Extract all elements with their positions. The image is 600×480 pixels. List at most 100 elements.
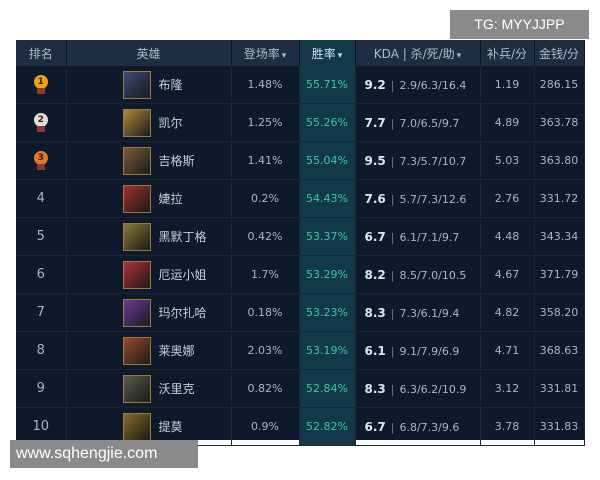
champion-stats-table: 排名 英雄 登场率 ▾ 胜率 ▾ KDA | 杀/死/助 ▾ 补兵/分 金钱/分 1 布… <box>16 40 585 446</box>
cs-cell: 3.78 <box>480 407 535 446</box>
win-rate-cell: 53.19% <box>299 331 356 370</box>
kda-detail: 6.8/7.3/9.6 <box>399 420 460 434</box>
win-rate-cell: 52.84% <box>299 369 356 408</box>
cs-cell: 4.48 <box>480 217 535 256</box>
kda-cell: 7.6 | 5.7/7.3/12.6 <box>355 179 481 218</box>
champion-cell[interactable]: 沃里克 <box>66 369 232 408</box>
header-rank: 排名 <box>16 40 67 66</box>
table-row[interactable]: 9 沃里克 0.82% 52.84% 8.3 | 6.3/6.2/10.9 3.12 331.8… <box>16 369 585 408</box>
kda-separator: | <box>390 306 395 320</box>
champion-cell[interactable]: 厄运小姐 <box>66 255 232 294</box>
site-watermark: www.sqhengjie.com <box>10 440 198 468</box>
cs-cell: 1.19 <box>480 66 535 104</box>
gold-cell: 368.63 <box>534 331 585 370</box>
rank-cell: 4 <box>16 179 67 218</box>
rank-cell: 6 <box>16 255 67 294</box>
champion-name: 吉格斯 <box>158 154 195 168</box>
kda-separator: | <box>390 230 395 244</box>
rank-cell: 8 <box>16 331 67 370</box>
kda-value: 8.3 <box>364 381 386 396</box>
champion-cell[interactable]: 布隆 <box>66 66 232 104</box>
win-rate-cell: 55.26% <box>299 103 356 142</box>
kda-value: 8.2 <box>364 267 386 282</box>
kda-value: 6.1 <box>364 343 386 358</box>
kda-separator: | <box>390 268 395 282</box>
table-row[interactable]: 8 莱奥娜 2.03% 53.19% 6.1 | 9.1/7.9/6.9 4.71 368.63 <box>16 331 585 370</box>
kda-detail: 7.0/6.5/9.7 <box>399 116 460 130</box>
cs-cell: 2.76 <box>480 179 535 218</box>
champion-name: 布隆 <box>158 78 183 92</box>
pick-rate-cell: 0.42% <box>231 217 300 256</box>
table-row[interactable]: 5 黑默丁格 0.42% 53.37% 6.7 | 6.1/7.1/9.7 4.48 343.3… <box>16 217 585 256</box>
win-rate-cell: 53.23% <box>299 293 356 332</box>
cs-cell: 5.03 <box>480 141 535 180</box>
champion-name: 玛尔扎哈 <box>158 306 207 320</box>
header-champion: 英雄 <box>66 40 232 66</box>
bronze-medal-icon: 3 <box>33 150 49 171</box>
cs-cell: 4.82 <box>480 293 535 332</box>
table-header-row: 排名 英雄 登场率 ▾ 胜率 ▾ KDA | 杀/死/助 ▾ 补兵/分 金钱/分 <box>16 40 585 66</box>
win-rate-cell: 55.04% <box>299 141 356 180</box>
table-row[interactable]: 6 厄运小姐 1.7% 53.29% 8.2 | 8.5/7.0/10.5 4.67 371.7… <box>16 255 585 294</box>
champion-portrait <box>122 108 151 137</box>
header-win-rate[interactable]: 胜率 ▾ <box>299 40 356 66</box>
champion-portrait <box>122 146 151 175</box>
kda-separator: | <box>390 116 395 130</box>
kda-cell: 9.2 | 2.9/6.3/16.4 <box>355 66 481 104</box>
chevron-down-icon: ▾ <box>337 50 343 61</box>
champion-name: 沃里克 <box>158 382 195 396</box>
watermark-tag: TG: MYYJJPP <box>450 10 589 39</box>
gold-cell: 371.79 <box>534 255 585 294</box>
pick-rate-cell: 0.18% <box>231 293 300 332</box>
champion-name: 黑默丁格 <box>158 230 207 244</box>
kda-detail: 6.1/7.1/9.7 <box>399 230 460 244</box>
cs-cell: 4.89 <box>480 103 535 142</box>
champion-portrait <box>122 412 151 441</box>
silver-medal-icon: 2 <box>33 112 49 133</box>
kda-detail: 7.3/6.1/9.4 <box>399 306 460 320</box>
chevron-down-icon: ▾ <box>281 50 287 61</box>
kda-detail: 8.5/7.0/10.5 <box>399 268 467 282</box>
champion-stats-panel: 排名 英雄 登场率 ▾ 胜率 ▾ KDA | 杀/死/助 ▾ 补兵/分 金钱/分 1 布… <box>16 40 585 446</box>
champion-cell[interactable]: 莱奥娜 <box>66 331 232 370</box>
table-row[interactable]: 3 吉格斯 1.41% 55.04% 9.5 | 7.3/5.7/10.7 5.03 363.8… <box>16 141 585 180</box>
rank-cell: 9 <box>16 369 67 408</box>
gold-cell: 331.81 <box>534 369 585 408</box>
champion-cell[interactable]: 婕拉 <box>66 179 232 218</box>
champion-name: 莱奥娜 <box>158 344 195 358</box>
gold-cell: 343.34 <box>534 217 585 256</box>
rank-cell: 3 <box>16 141 67 180</box>
gold-medal-icon: 1 <box>33 74 49 95</box>
cs-cell: 4.71 <box>480 331 535 370</box>
kda-detail: 9.1/7.9/6.9 <box>399 344 460 358</box>
rank-cell: 1 <box>16 66 67 104</box>
kda-value: 6.7 <box>364 229 386 244</box>
kda-value: 9.2 <box>364 77 386 92</box>
pick-rate-cell: 1.25% <box>231 103 300 142</box>
champion-portrait <box>122 336 151 365</box>
champion-cell[interactable]: 凯尔 <box>66 103 232 142</box>
chevron-down-icon: ▾ <box>456 50 462 61</box>
kda-value: 7.7 <box>364 115 386 130</box>
table-row[interactable]: 4 婕拉 0.2% 54.43% 7.6 | 5.7/7.3/12.6 2.76 331.72 <box>16 179 585 218</box>
gold-cell: 363.78 <box>534 103 585 142</box>
table-row[interactable]: 7 玛尔扎哈 0.18% 53.23% 8.3 | 7.3/6.1/9.4 4.82 358.2… <box>16 293 585 332</box>
champion-cell[interactable]: 黑默丁格 <box>66 217 232 256</box>
kda-cell: 9.5 | 7.3/5.7/10.7 <box>355 141 481 180</box>
champion-portrait <box>122 374 151 403</box>
kda-value: 8.3 <box>364 305 386 320</box>
champion-cell[interactable]: 吉格斯 <box>66 141 232 180</box>
header-kda[interactable]: KDA | 杀/死/助 ▾ <box>355 40 481 66</box>
gold-cell: 363.80 <box>534 141 585 180</box>
gold-cell: 286.15 <box>534 66 585 104</box>
champion-cell[interactable]: 玛尔扎哈 <box>66 293 232 332</box>
table-row[interactable]: 2 凯尔 1.25% 55.26% 7.7 | 7.0/6.5/9.7 4.89 363.78 <box>16 103 585 142</box>
kda-separator: | <box>390 78 395 92</box>
kda-separator: | <box>390 344 395 358</box>
kda-value: 7.6 <box>364 191 386 206</box>
rank-cell: 2 <box>16 103 67 142</box>
champion-name: 厄运小姐 <box>158 268 207 282</box>
header-pick-rate[interactable]: 登场率 ▾ <box>231 40 300 66</box>
win-rate-cell: 52.82% <box>299 407 356 446</box>
table-row[interactable]: 1 布隆 1.48% 55.71% 9.2 | 2.9/6.3/16.4 1.19 286.15 <box>16 66 585 104</box>
